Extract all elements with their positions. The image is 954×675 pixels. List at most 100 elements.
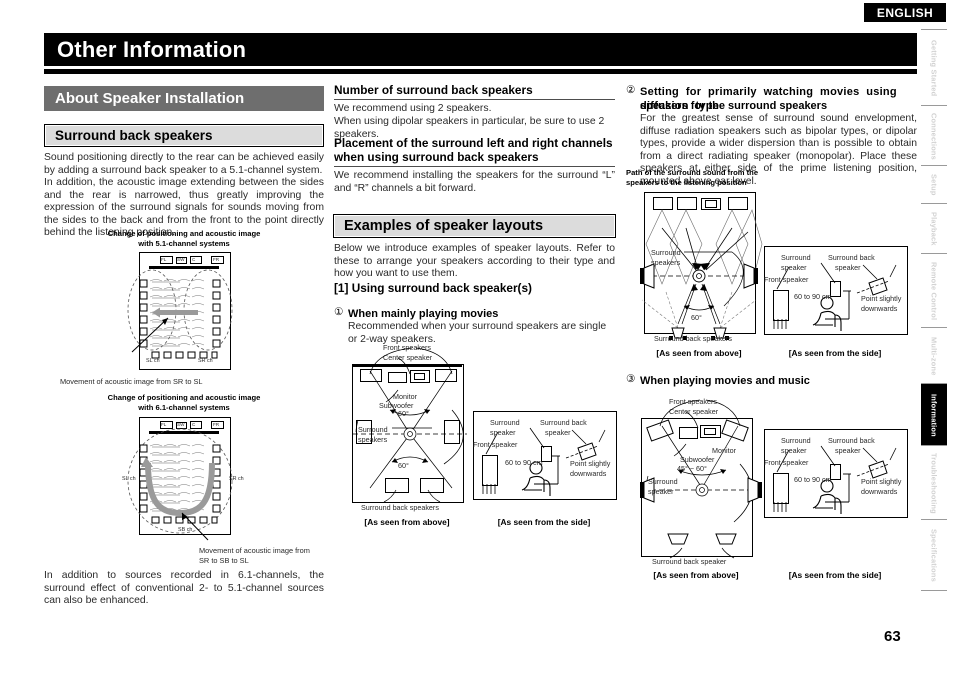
tab-label: Getting Started: [929, 39, 939, 97]
tab-multi-zone[interactable]: Multi-zone: [921, 327, 947, 385]
subhead-surround-back-speakers: Surround back speakers: [44, 124, 324, 147]
subhead-label: Surround back speakers: [55, 128, 213, 143]
right-fig-caption-line2: speakers to the listening position: [626, 178, 747, 187]
language-badge: ENGLISH: [864, 3, 946, 22]
fig1-label-sr: SR ch: [198, 358, 213, 364]
item-3-title: When playing movies and music: [640, 375, 810, 387]
fig-r1s-label-sb-2: speaker: [835, 263, 861, 272]
tab-label: Troubleshooting: [929, 452, 939, 514]
fig2-note-line2: SR to SB to SL: [199, 556, 249, 565]
tab-label: Remote Control: [929, 261, 939, 321]
tab-setup[interactable]: Setup: [921, 165, 947, 205]
fig-r1s-label-front: Front speaker: [764, 275, 809, 284]
fig2-label-sr: SR ch: [229, 476, 244, 482]
fig-r3s-label-height: 60 to 90 cm: [794, 475, 832, 484]
fig-r1-label-surround-1: Surround: [651, 248, 681, 257]
fig-r3s-caption: [As seen from the side]: [788, 570, 882, 580]
fig-r1s-label-surround-1: Surround: [781, 253, 811, 262]
tab-label: Specifications: [929, 528, 939, 582]
mid-head-1: Number of surround back speakers: [334, 83, 533, 97]
fig-r1-label-surround-2: speakers: [651, 258, 681, 267]
fig-r1s-caption: [As seen from the side]: [788, 348, 882, 358]
left-paragraph-1: Sound positioning directly to the rear c…: [44, 152, 324, 176]
item-1-number: ①: [334, 306, 344, 318]
fig1-caption-line2: with 5.1-channel systems: [138, 239, 230, 248]
manual-page: ENGLISH Other Information About Speaker …: [0, 0, 954, 675]
fig-m1-label-monitor: Monitor: [393, 392, 417, 401]
fig-m1-svg: [353, 347, 467, 503]
tab-label: Playback: [929, 212, 939, 246]
fig-r1s-label-height: 60 to 90 cm: [794, 292, 832, 301]
fig-r3s-label-surround-2: speaker: [781, 446, 807, 455]
fig-r3s-label-point-2: downwards: [861, 487, 898, 496]
fig-m1-label-surround-2: speakers: [358, 435, 388, 444]
mid-body-1-line1: We recommend using 2 speakers.: [334, 103, 492, 114]
fig-r3-caption: [As seen from above]: [653, 570, 739, 580]
fig-m1s-label-point-2: downwards: [570, 469, 607, 478]
fig-r3s-label-front: Front speaker: [764, 458, 809, 467]
tab-specifications[interactable]: Specifications: [921, 519, 947, 591]
tab-playback[interactable]: Playback: [921, 203, 947, 255]
fig-m1s-label-surround-2: speaker: [490, 428, 516, 437]
item-1-title: When mainly playing movies: [348, 308, 499, 320]
tab-getting-started[interactable]: Getting Started: [921, 29, 947, 107]
fig-m1-label-surround-1: Surround: [358, 425, 388, 434]
fig-m1-angle-top: 60°: [398, 409, 409, 418]
page-title-bar: Other Information: [44, 33, 917, 66]
fig2-caption-line2: with 6.1-channel systems: [138, 403, 230, 412]
fig2-label-sl: SL ch: [122, 476, 136, 482]
tab-information[interactable]: Information: [921, 383, 947, 447]
mid-head-2-line2: when using surround back speakers: [334, 150, 539, 164]
title-underline: [44, 69, 917, 74]
fig-r3s-label-point-1: Point slightly: [861, 477, 902, 486]
fig-r1-label-surround-back: Surround back speakers: [654, 334, 732, 343]
fig-m1-caption: [As seen from above]: [364, 517, 450, 527]
mid-body-3: Below we introduce examples of speaker l…: [334, 243, 615, 280]
fig-r1-caption: [As seen from above]: [656, 348, 742, 358]
tab-troubleshooting[interactable]: Troubleshooting: [921, 445, 947, 521]
fig-r3-label-monitor: Monitor: [712, 446, 736, 455]
fig1-note: Movement of acoustic image from SR to SL: [60, 377, 203, 386]
fig2-label-sb: SB ch: [178, 527, 193, 533]
fig-r1s-label-surround-2: speaker: [781, 263, 807, 272]
fig-m1s-caption: [As seen from the side]: [497, 517, 591, 527]
fig1-label-sl: SL ch: [146, 358, 160, 364]
tab-label: Connections: [929, 112, 939, 160]
section-header: About Speaker Installation: [44, 86, 324, 111]
fig-r3-angle: 45° ~ 60°: [677, 464, 707, 473]
section-title: About Speaker Installation: [55, 90, 245, 107]
tab-label: Multi-zone: [929, 336, 939, 376]
mid-head-2-line1: Placement of the surround left and right…: [334, 136, 613, 150]
tab-connections[interactable]: Connections: [921, 105, 947, 167]
fig-r1-angle: 60°: [691, 313, 702, 322]
fig-m1-label-surround-back: Surround back speakers: [361, 503, 439, 512]
subhead-examples-of-speaker-layouts: Examples of speaker layouts: [333, 214, 616, 238]
page-number: 63: [884, 628, 901, 645]
fig-r1s-label-sb-1: Surround back: [828, 253, 875, 262]
item-3-number: ③: [626, 373, 636, 385]
fig-m1s-label-surround-1: Surround: [490, 418, 520, 427]
fig-r3-label-surround-back: Surround back speaker: [652, 557, 727, 566]
fig-r3-label-surround-2: speaker: [648, 487, 674, 496]
tab-remote-control[interactable]: Remote Control: [921, 253, 947, 329]
page-title: Other Information: [57, 36, 247, 62]
fig-m1s-label-point-1: Point slightly: [570, 459, 611, 468]
fig-m1s-label-sb-2: speaker: [545, 428, 571, 437]
mid-body-2: We recommend installing the speakers for…: [334, 170, 615, 194]
item-2-number: ②: [626, 84, 636, 96]
fig-r3s-label-sb-1: Surround back: [828, 436, 875, 445]
fig-m1s-label-height: 60 to 90 cm: [505, 458, 543, 467]
tab-label: Information: [929, 393, 939, 437]
fig-r3-label-surround-1: Surround: [648, 477, 678, 486]
tab-label: Setup: [929, 174, 939, 196]
fig-m1s-label-front: Front speaker: [473, 440, 518, 449]
fig1-caption-line1: Change of positioning and acoustic image: [107, 229, 261, 238]
fig2-caption-line1: Change of positioning and acoustic image: [107, 393, 261, 402]
fig-r1-svg: [640, 209, 763, 340]
fig2-note-line1: Movement of acoustic image from: [199, 546, 310, 555]
fig-r1s-label-point-1: Point slightly: [861, 294, 902, 303]
fig1-svg: [127, 269, 233, 359]
right-fig-caption-line1: Path of the surround sound from the: [626, 168, 759, 177]
mid-list-head: [1] Using surround back speaker(s): [334, 281, 532, 295]
fig-r3s-label-sb-2: speaker: [835, 446, 861, 455]
